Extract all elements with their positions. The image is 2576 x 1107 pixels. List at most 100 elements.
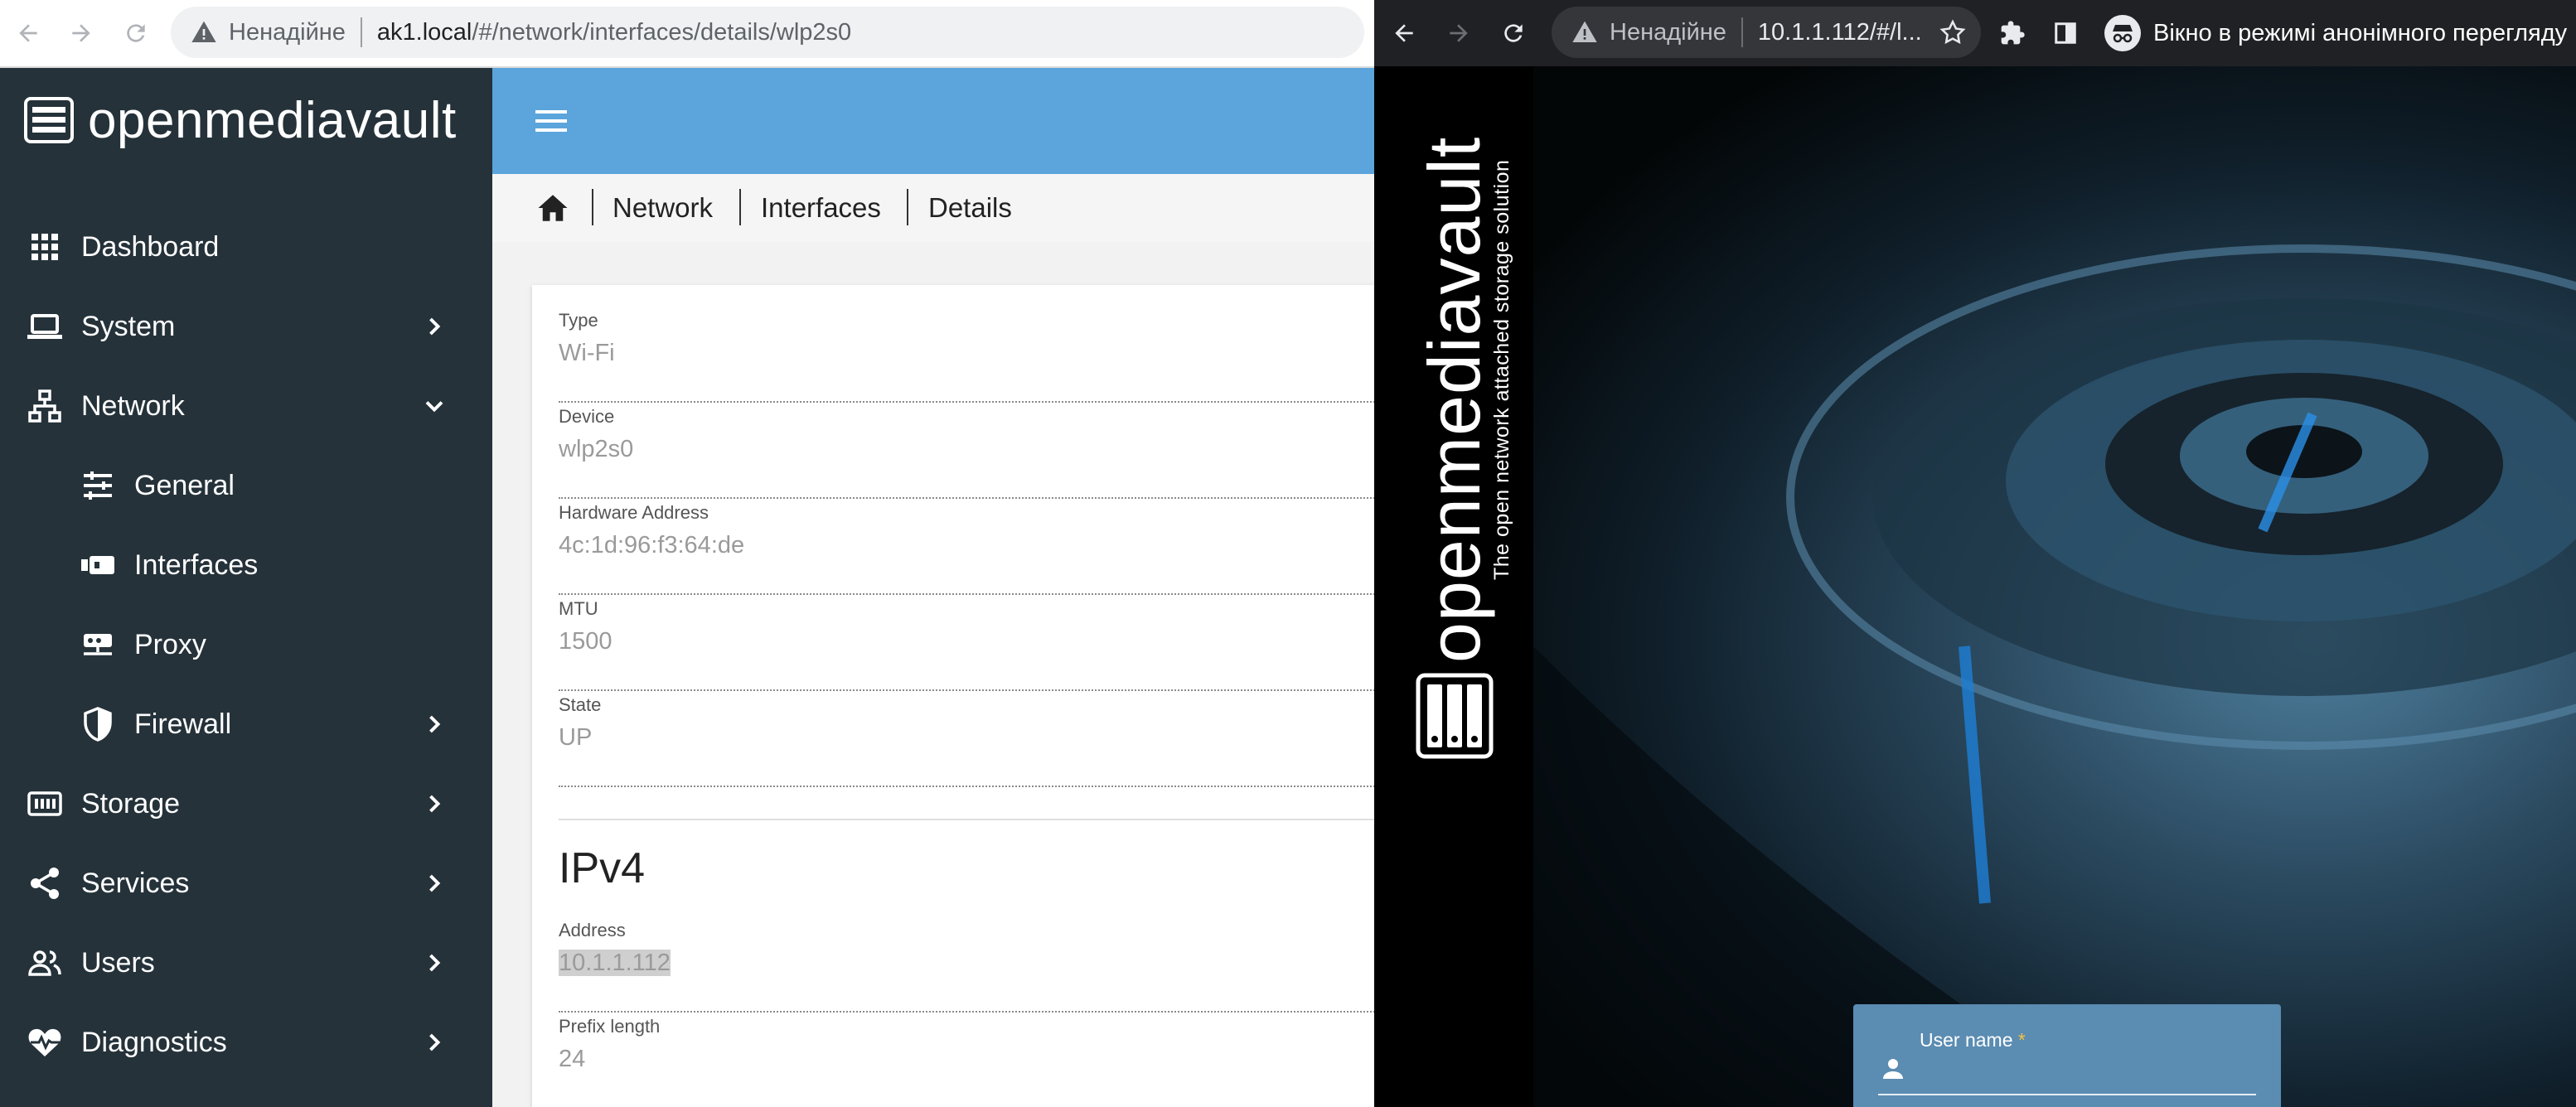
breadcrumb-separator [907, 189, 908, 225]
home-icon[interactable] [535, 191, 570, 225]
field-label: Address [559, 920, 626, 940]
reload-icon [127, 24, 145, 42]
sidebar-item-label: Firewall [134, 708, 232, 740]
sidebar-item-label: System [81, 310, 176, 342]
field-underline [559, 593, 1374, 595]
field-mtu: MTU 1500 [559, 598, 1374, 691]
proxy-icon [80, 626, 116, 663]
username-input[interactable] [1878, 1094, 2256, 1095]
sidebar-item-label: Diagnostics [81, 1026, 227, 1058]
shield-icon [80, 706, 116, 742]
sidebar-item-interfaces[interactable]: Interfaces [0, 529, 492, 601]
back-button[interactable] [1386, 15, 1422, 51]
breadcrumb-network[interactable]: Network [613, 192, 713, 224]
chevron-right-icon [429, 715, 441, 733]
field-label: Hardware Address [559, 502, 709, 523]
field-hardware-address: Hardware Address 4c:1d:96:f3:64:de [559, 502, 1374, 595]
bookmark-star-icon[interactable] [1939, 18, 1967, 46]
chevron-down-icon [425, 401, 443, 413]
sidebar-item-label: Dashboard [81, 230, 220, 263]
brand-strip: openmediavault The open network attached… [1374, 66, 1533, 1107]
incognito-indicator[interactable]: Вікно в режимі анонімного перегляду [2104, 8, 2567, 58]
sidebar-item-firewall[interactable]: Firewall [0, 689, 492, 760]
sidebar-item-services[interactable]: Services [0, 848, 492, 919]
hard-disk-platter-image [1533, 244, 2576, 1107]
field-value[interactable]: 10.1.1.112 [559, 950, 1374, 977]
share-icon [27, 865, 63, 902]
field-label: Prefix length [559, 1016, 661, 1037]
puzzle-icon [2001, 21, 2025, 45]
field-underline [559, 401, 1374, 403]
sidebar-item-users[interactable]: Users [0, 927, 492, 998]
field-value[interactable]: 1500 [559, 628, 1374, 655]
selected-text: 10.1.1.112 [559, 950, 671, 976]
back-button[interactable] [10, 15, 46, 51]
field-type: Type Wi-Fi [559, 310, 1374, 403]
section-title-ipv4: IPv4 [559, 844, 646, 892]
sidebar-item-diagnostics[interactable]: Diagnostics [0, 1007, 492, 1078]
vertical-brand: openmediavault The open network attached… [1412, 137, 1514, 663]
sidebar-item-storage[interactable]: Storage [0, 768, 492, 839]
address-bar[interactable]: Ненадійне ak1.local/#/network/interfaces… [171, 7, 1364, 58]
sidebar: openmediavault Dashboard System Network [0, 68, 492, 1107]
field-value[interactable]: Wi-Fi [559, 340, 1374, 367]
sidebar-item-label: Services [81, 867, 190, 899]
field-ipv4-address: Address 10.1.1.112 [559, 920, 1374, 1013]
network-icon [27, 388, 63, 424]
heartbeat-icon [27, 1024, 63, 1061]
address-divider [1741, 17, 1743, 47]
incognito-label: Вікно в режимі анонімного перегляду [2153, 19, 2568, 46]
field-underline [559, 1011, 1374, 1013]
section-divider [559, 819, 1374, 820]
browser-toolbar: Ненадійне 10.1.1.112/#/l... Вікно в режи… [1374, 0, 2576, 66]
brand-name: openmediavault [1413, 136, 1495, 663]
sidebar-item-general[interactable]: General [0, 450, 492, 521]
chevron-right-icon [429, 317, 441, 336]
users-icon [27, 945, 63, 981]
address-bar[interactable]: Ненадійне 10.1.1.112/#/l... [1552, 7, 1981, 58]
chevron-right-icon [429, 795, 441, 813]
field-value[interactable]: 24 [559, 1046, 1374, 1073]
sidebar-item-system[interactable]: System [0, 291, 492, 362]
field-value[interactable]: wlp2s0 [559, 436, 1374, 463]
field-underline [559, 497, 1374, 499]
interface-details-card: Type Wi-Fi Device wlp2s0 Hardware Addres… [532, 285, 1374, 1107]
app-logo[interactable]: openmediavault [23, 91, 457, 149]
breadcrumb-interfaces[interactable]: Interfaces [761, 192, 881, 224]
reload-icon [1504, 24, 1523, 42]
address-divider [360, 17, 362, 47]
brand-tagline: The open network attached storage soluti… [1490, 159, 1513, 580]
field-state: State UP [559, 694, 1374, 787]
omv-logo-icon [24, 97, 74, 143]
sidebar-item-label: General [134, 469, 235, 501]
security-label: Ненадійне [1610, 18, 1726, 46]
sliders-icon [80, 467, 116, 504]
side-panel-button[interactable] [2047, 15, 2084, 51]
warning-icon [1572, 21, 1597, 42]
field-prefix-length: Prefix length 24 [559, 1016, 1374, 1073]
sidebar-item-label: Proxy [134, 628, 206, 660]
sidebar-item-proxy[interactable]: Proxy [0, 609, 492, 680]
field-underline [559, 786, 1374, 787]
arrow-forward-icon [1450, 24, 1468, 42]
forward-button[interactable] [1441, 15, 1477, 51]
app-name: openmediavault [88, 91, 457, 149]
app-topbar [492, 68, 1374, 174]
sidebar-item-network[interactable]: Network [0, 370, 492, 442]
breadcrumb: Network Interfaces Details [492, 174, 1374, 242]
menu-toggle-icon[interactable] [534, 104, 569, 138]
security-label: Ненадійне [229, 18, 346, 46]
extensions-button[interactable] [1994, 15, 2031, 51]
forward-button[interactable] [63, 15, 99, 51]
field-value[interactable]: 4c:1d:96:f3:64:de [559, 532, 1374, 559]
sidebar-item-label: Interfaces [134, 549, 259, 581]
arrow-forward-icon [72, 24, 90, 42]
side-panel-icon [2055, 22, 2076, 44]
sidebar-item-dashboard[interactable]: Dashboard [0, 211, 492, 283]
url-text: 10.1.1.112/#/l... [1757, 18, 1922, 46]
reload-button[interactable] [1495, 15, 1532, 51]
field-value[interactable]: UP [559, 724, 1374, 752]
arrow-back-icon [19, 24, 37, 42]
url-text: ak1.local/#/network/interfaces/details/w… [376, 18, 852, 46]
reload-button[interactable] [118, 15, 154, 51]
